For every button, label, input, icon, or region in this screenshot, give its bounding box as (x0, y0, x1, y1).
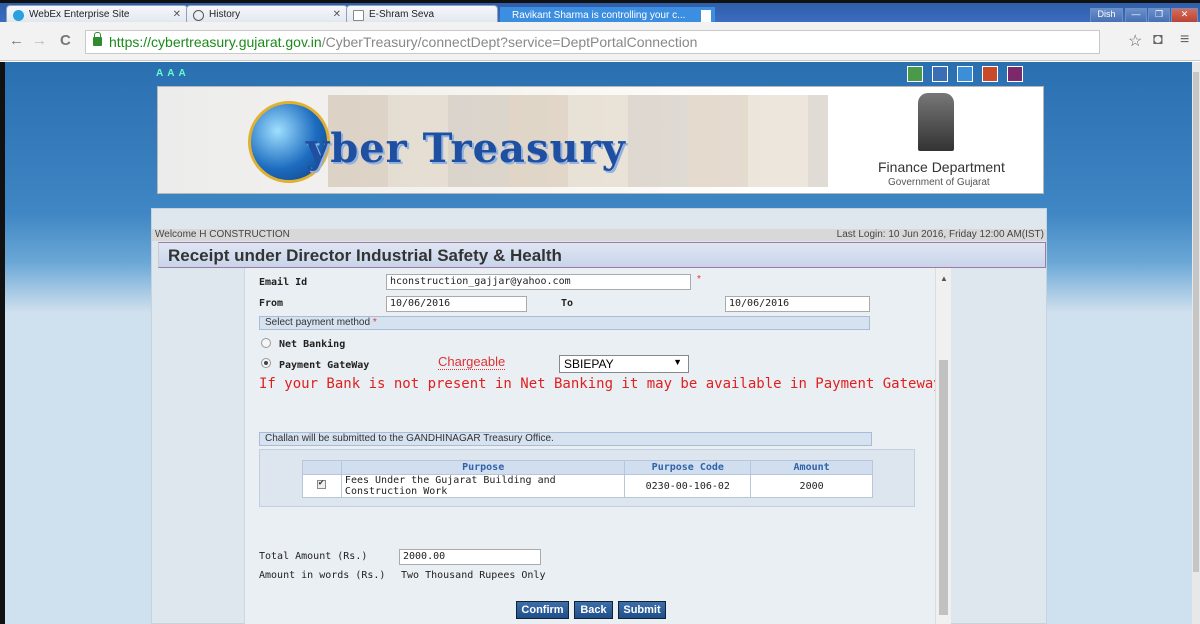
tab-label: E-Shram Seva (369, 9, 435, 20)
total-amount-field[interactable]: 2000.00 (399, 549, 541, 565)
site-title: yber Treasury (306, 125, 626, 172)
page-icon (353, 10, 364, 21)
amount-in-words-value: Two Thousand Rupees Only (401, 570, 546, 581)
user-icon[interactable] (957, 66, 974, 82)
scrollbar-thumb[interactable] (939, 360, 948, 615)
purpose-cell: Fees Under the Gujarat Building and Cons… (340, 474, 626, 498)
submit-button[interactable]: Submit (618, 601, 666, 619)
scroll-up-icon[interactable]: ▲ (940, 274, 948, 283)
minimize-icon[interactable]: — (1125, 8, 1147, 23)
chevron-down-icon: ▼ (673, 357, 682, 367)
back-button[interactable]: Back (574, 601, 613, 619)
purpose-table-panel: Purpose Purpose Code Amount Fees Under t… (259, 449, 915, 507)
finance-department-label: Finance Department (878, 159, 1005, 175)
select-column-header (302, 460, 342, 475)
total-amount-label: Total Amount (Rs.) (259, 551, 368, 562)
profile-button[interactable]: Dish (1090, 8, 1123, 23)
net-banking-label[interactable]: Net Banking (279, 339, 345, 350)
payment-gateway-radio[interactable] (261, 358, 271, 368)
contact-icon[interactable] (907, 66, 923, 82)
forward-arrow-icon[interactable]: → (32, 32, 47, 49)
font-size-control[interactable]: A A A (156, 68, 187, 79)
header-icons (907, 66, 1029, 85)
welcome-text: Welcome H CONSTRUCTION (155, 229, 290, 240)
restore-icon[interactable]: ❐ (1148, 8, 1170, 23)
webex-icon (13, 10, 24, 21)
purpose-column-header: Purpose (340, 460, 626, 475)
back-arrow-icon[interactable]: ← (9, 32, 24, 49)
tab-label: WebEx Enterprise Site (29, 9, 130, 20)
government-label: Government of Gujarat (888, 177, 990, 188)
url-scheme: https:// (109, 34, 152, 50)
left-edge (0, 62, 5, 624)
payment-method-label: Select payment method (265, 317, 371, 328)
amount-cell: 2000 (750, 474, 873, 498)
page-scrollbar[interactable] (1192, 62, 1200, 624)
help-icon[interactable] (982, 66, 999, 82)
history-icon (193, 10, 204, 21)
form-scrollbar[interactable]: ▲ (935, 268, 951, 624)
close-icon[interactable]: ✕ (333, 9, 341, 20)
logout-icon[interactable] (1007, 66, 1024, 82)
bank-warning-text: If your Bank is not present in Net Banki… (259, 376, 942, 392)
row-checkbox-cell[interactable] (302, 474, 342, 498)
net-banking-radio[interactable] (261, 338, 271, 348)
address-bar: ← → C https://cybertreasury.gujarat.gov.… (0, 22, 1200, 61)
page-title: Receipt under Director Industrial Safety… (168, 246, 562, 265)
to-label: To (561, 298, 574, 309)
gateway-select[interactable]: SBIEPAY ▼ (559, 355, 689, 373)
welcome-bar: Welcome H CONSTRUCTION Last Login: 10 Ju… (152, 229, 1046, 241)
amount-in-words-label: Amount in words (Rs.) (259, 570, 386, 581)
challan-info-bar: Challan will be submitted to the GANDHIN… (259, 432, 872, 446)
row-checkbox[interactable] (317, 478, 327, 489)
url-field[interactable]: https://cybertreasury.gujarat.gov.in/Cyb… (85, 30, 1100, 54)
table-row: Fees Under the Gujarat Building and Cons… (302, 474, 873, 498)
required-mark: * (697, 274, 701, 285)
email-label: Email Id (259, 277, 308, 288)
page-title-bar: Receipt under Director Industrial Safety… (158, 242, 1046, 268)
payment-method-header: Select payment method * (259, 316, 870, 330)
purpose-table: Purpose Purpose Code Amount Fees Under t… (302, 460, 873, 498)
edit-icon[interactable] (932, 66, 949, 82)
url-host: cybertreasury.gujarat.gov.in (151, 34, 322, 50)
menu-icon[interactable]: ≡ (1180, 31, 1189, 49)
close-icon[interactable]: ✕ (173, 9, 181, 20)
share-icon (701, 10, 711, 22)
sharing-banner-text: Ravikant Sharma is controlling your c... (512, 10, 686, 21)
extension-icon[interactable]: ◘ (1153, 31, 1163, 49)
from-date-field[interactable]: 10/06/2016 (386, 296, 527, 312)
amount-column-header: Amount (750, 460, 873, 475)
challan-text: Challan will be submitted to the GANDHIN… (265, 433, 554, 444)
receipt-form: Email Id hconstruction_gajjar@yahoo.com … (244, 268, 942, 624)
lock-icon (93, 32, 102, 46)
purpose-code-cell: 0230-00-106-02 (624, 474, 752, 498)
main-container: Welcome H CONSTRUCTION Last Login: 10 Ju… (151, 208, 1047, 624)
last-login: Last Login: 10 Jun 2016, Friday 12:00 AM… (836, 229, 1044, 240)
confirm-button[interactable]: Confirm (516, 601, 569, 619)
web-page: A A A yber Treasury Finance Department G… (0, 62, 1200, 624)
gateway-selected-value: SBIEPAY (564, 357, 614, 371)
reload-icon[interactable]: C (60, 32, 71, 49)
tab-label: History (209, 9, 241, 20)
url-path: /CyberTreasury/connectDept?service=DeptP… (321, 34, 698, 50)
email-field[interactable]: hconstruction_gajjar@yahoo.com (386, 274, 691, 290)
required-mark: * (372, 317, 377, 328)
bookmark-star-icon[interactable]: ☆ (1128, 31, 1142, 51)
state-emblem-icon (918, 93, 954, 151)
from-label: From (259, 298, 284, 309)
browser-tab-bar: WebEx Enterprise Site ✕ History ✕ E-Shra… (0, 0, 1200, 25)
close-window-icon[interactable]: ✕ (1171, 8, 1198, 23)
chargeable-link[interactable]: Chargeable (438, 354, 506, 370)
to-date-field[interactable]: 10/06/2016 (725, 296, 870, 312)
purpose-code-column-header: Purpose Code (624, 460, 752, 475)
site-header-banner: yber Treasury Finance Department Governm… (157, 86, 1044, 194)
payment-gateway-label[interactable]: Payment GateWay (279, 360, 369, 371)
